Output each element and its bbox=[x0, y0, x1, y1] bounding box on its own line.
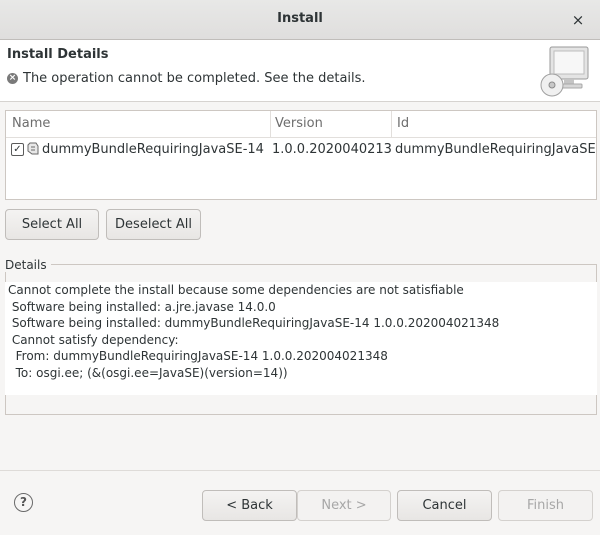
close-button[interactable]: × bbox=[566, 8, 590, 32]
back-button[interactable]: < Back bbox=[202, 490, 297, 521]
row-checkbox[interactable]: ✓ bbox=[11, 143, 24, 156]
details-label: Details bbox=[5, 258, 51, 272]
install-wizard-icon bbox=[540, 46, 589, 97]
next-button[interactable]: Next > bbox=[297, 490, 391, 521]
details-text[interactable]: Cannot complete the install because some… bbox=[5, 282, 597, 395]
column-header-name[interactable]: Name bbox=[12, 116, 50, 131]
error-icon: × bbox=[7, 73, 18, 84]
plugin-icon bbox=[27, 142, 39, 155]
deselect-all-button[interactable]: Deselect All bbox=[106, 209, 201, 240]
row-id: dummyBundleRequiringJavaSE-14 bbox=[395, 142, 595, 157]
install-items-table: Name Version Id ✓ dummyBundleRequiringJa… bbox=[5, 110, 597, 200]
help-icon[interactable]: ? bbox=[14, 493, 33, 512]
row-name: dummyBundleRequiringJavaSE-14 bbox=[42, 142, 264, 157]
status-message-text: The operation cannot be completed. See t… bbox=[23, 71, 366, 86]
footer-divider bbox=[0, 470, 600, 471]
title-bar: Install × bbox=[0, 0, 600, 40]
status-message: × The operation cannot be completed. See… bbox=[7, 71, 366, 86]
table-row[interactable]: ✓ dummyBundleRequiringJavaSE-14 1.0.0.20… bbox=[6, 138, 596, 162]
table-header: Name Version Id bbox=[6, 111, 596, 138]
column-header-id[interactable]: Id bbox=[397, 116, 409, 131]
page-title: Install Details bbox=[7, 47, 109, 62]
window-title: Install bbox=[277, 11, 323, 26]
column-divider[interactable] bbox=[391, 111, 392, 138]
select-all-button[interactable]: Select All bbox=[5, 209, 99, 240]
row-version: 1.0.0.202004021348 bbox=[272, 142, 391, 157]
column-header-version[interactable]: Version bbox=[275, 116, 323, 131]
finish-button[interactable]: Finish bbox=[498, 490, 593, 521]
wizard-header: Install Details × The operation cannot b… bbox=[0, 40, 600, 102]
column-divider[interactable] bbox=[270, 111, 271, 138]
cancel-button[interactable]: Cancel bbox=[397, 490, 492, 521]
